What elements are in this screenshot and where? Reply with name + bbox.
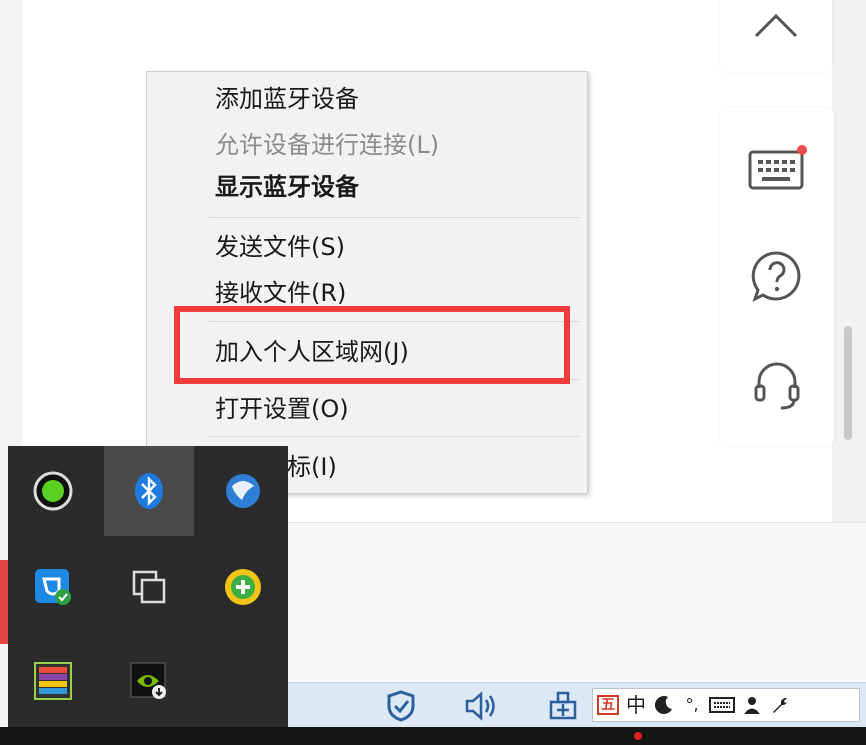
- menu-item-send-file[interactable]: 发送文件(S): [215, 232, 345, 262]
- notification-dot: [797, 145, 807, 155]
- highlight-annotation-box: [174, 306, 570, 384]
- ime-mode-button[interactable]: 五: [597, 695, 619, 715]
- moon-icon[interactable]: [653, 695, 675, 715]
- menu-item-show-bluetooth-devices[interactable]: 显示蓝牙设备: [215, 172, 359, 202]
- network-icon[interactable]: [546, 689, 580, 723]
- chevron-up-icon[interactable]: [720, 10, 832, 40]
- network-globe-icon[interactable]: [198, 446, 288, 536]
- menu-item-allow-connections: 允许设备进行连接(L): [215, 131, 440, 159]
- soft-keyboard-icon[interactable]: [709, 696, 735, 714]
- security-shield-app-icon[interactable]: [8, 542, 98, 632]
- tray-overflow-popup: [8, 446, 288, 745]
- ime-language-toggle[interactable]: 中: [625, 693, 647, 717]
- bottom-taskbar-strip: [0, 727, 866, 745]
- back-to-top-card[interactable]: [720, 0, 832, 72]
- menu-item-open-settings[interactable]: 打开设置(O): [215, 394, 349, 424]
- menu-separator: [209, 436, 579, 437]
- menu-item-receive-file[interactable]: 接收文件(R): [215, 278, 346, 308]
- green-plus-app-icon[interactable]: [198, 542, 288, 632]
- notification-red-dot: [634, 732, 642, 740]
- menu-separator: [209, 217, 579, 218]
- volume-icon[interactable]: [464, 689, 498, 723]
- ime-toolbar: 五 中 °,: [592, 688, 860, 722]
- page-scrollbar[interactable]: [844, 326, 852, 440]
- ime-punctuation-toggle[interactable]: °,: [681, 693, 703, 717]
- defender-shield-icon[interactable]: [384, 689, 418, 723]
- help-icon[interactable]: [720, 248, 834, 304]
- taskbar: 五 中 °,: [288, 682, 866, 728]
- headset-icon[interactable]: [720, 356, 834, 412]
- wrench-icon[interactable]: [769, 695, 791, 715]
- green-status-icon[interactable]: [8, 446, 98, 536]
- keyboard-icon[interactable]: [720, 144, 834, 194]
- color-grid-app-icon[interactable]: [8, 636, 98, 726]
- bluetooth-context-menu: 添加蓝牙设备 允许设备进行连接(L) 显示蓝牙设备 发送文件(S) 接收文件(R…: [146, 71, 588, 494]
- red-side-tab[interactable]: [0, 560, 8, 644]
- menu-item-add-bluetooth-device[interactable]: 添加蓝牙设备: [215, 84, 359, 114]
- nvidia-icon[interactable]: [104, 636, 194, 726]
- bluetooth-icon[interactable]: [104, 446, 194, 536]
- user-icon[interactable]: [741, 695, 763, 715]
- side-tools-panel: [720, 108, 834, 446]
- copy-windows-icon[interactable]: [104, 542, 194, 632]
